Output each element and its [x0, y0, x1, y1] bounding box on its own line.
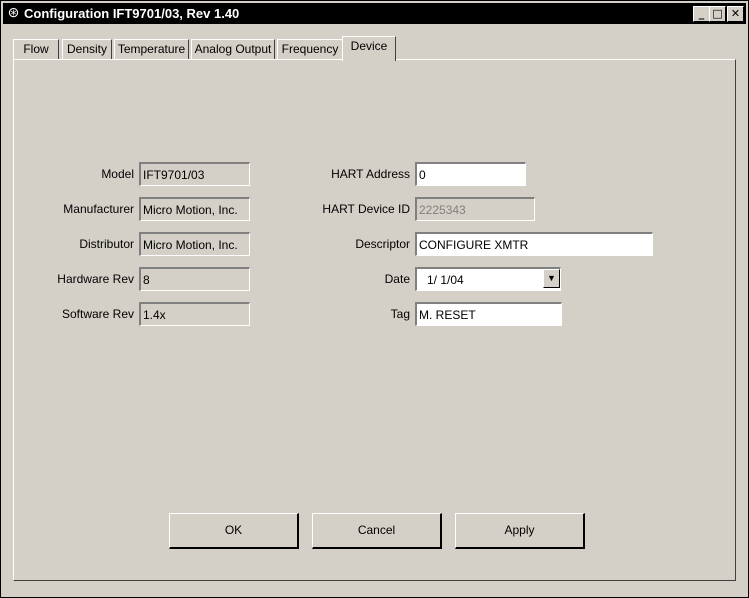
software-rev-label: Software Rev: [61, 307, 134, 321]
model-field: IFT9701/03: [139, 162, 250, 186]
descriptor-input[interactable]: CONFIGURE XMTR: [415, 232, 653, 256]
window-title: Configuration IFT9701/03, Rev 1.40: [24, 6, 240, 21]
title-bar[interactable]: ⊛ Configuration IFT9701/03, Rev 1.40 _ □…: [3, 3, 746, 24]
cancel-button[interactable]: Cancel: [312, 513, 442, 549]
hardware-rev-field: 8: [139, 267, 250, 291]
tag-input[interactable]: M. RESET: [415, 302, 562, 326]
tab-density[interactable]: Density: [62, 39, 112, 59]
hardware-rev-label: Hardware Rev: [57, 272, 134, 286]
tab-device[interactable]: Device: [342, 36, 396, 61]
maximize-icon[interactable]: □: [709, 6, 726, 22]
apply-button[interactable]: Apply: [455, 513, 585, 549]
hart-device-id-label: HART Device ID: [322, 202, 410, 216]
hart-address-input[interactable]: 0: [415, 162, 526, 186]
distributor-label: Distributor: [79, 237, 134, 251]
device-tab-panel: Model IFT9701/03 Manufacturer Micro Moti…: [13, 59, 736, 581]
configuration-window: ⊛ Configuration IFT9701/03, Rev 1.40 _ □…: [0, 0, 749, 598]
date-label: Date: [384, 272, 410, 286]
descriptor-label: Descriptor: [355, 237, 410, 251]
hart-device-id-field: 2225343: [415, 197, 535, 221]
date-value: 1/ 1/04: [427, 273, 464, 287]
minimize-icon[interactable]: _: [693, 6, 710, 22]
tab-analog-output[interactable]: Analog Output: [191, 39, 275, 59]
tab-flow[interactable]: Flow: [13, 39, 59, 59]
software-rev-field: 1.4x: [139, 302, 250, 326]
manufacturer-label: Manufacturer: [63, 202, 134, 216]
hart-address-label: HART Address: [331, 167, 410, 181]
tab-frequency[interactable]: Frequency: [277, 39, 343, 59]
tab-temperature[interactable]: Temperature: [114, 39, 189, 59]
app-icon[interactable]: ⊛: [6, 5, 21, 20]
close-icon[interactable]: ✕: [727, 6, 744, 22]
date-combobox[interactable]: 1/ 1/04 ▼: [415, 267, 561, 291]
tag-label: Tag: [390, 307, 410, 321]
ok-button[interactable]: OK: [169, 513, 299, 549]
model-label: Model: [101, 167, 134, 181]
distributor-field: Micro Motion, Inc.: [139, 232, 250, 256]
chevron-down-icon[interactable]: ▼: [543, 269, 560, 288]
manufacturer-field: Micro Motion, Inc.: [139, 197, 250, 221]
